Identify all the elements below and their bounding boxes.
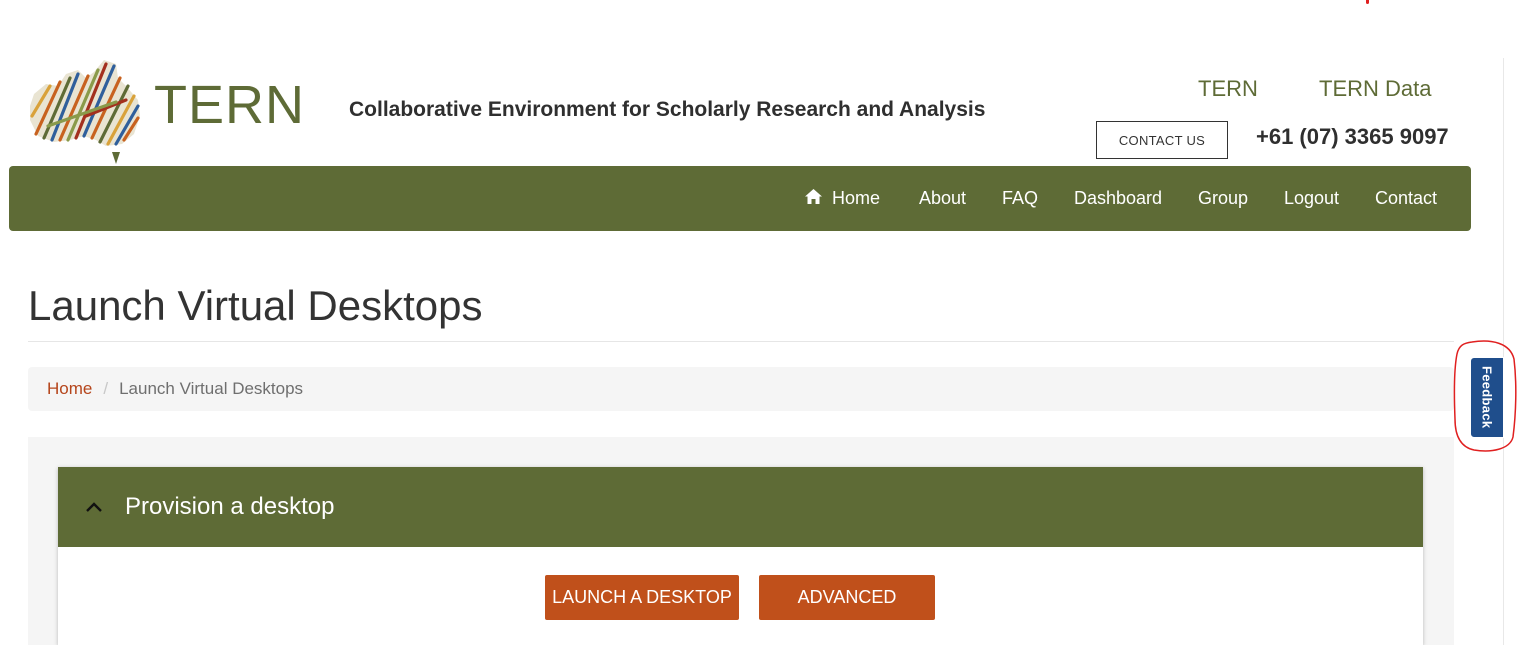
- title-divider: [28, 341, 1454, 342]
- nav-item-home[interactable]: Home: [805, 166, 880, 231]
- main-navbar: Home About FAQ Dashboard Group Logout Co…: [9, 166, 1471, 231]
- top-link-tern[interactable]: TERN: [1198, 76, 1258, 102]
- breadcrumb-separator: /: [103, 379, 109, 398]
- nav-item-group[interactable]: Group: [1198, 166, 1248, 231]
- nav-item-logout[interactable]: Logout: [1284, 166, 1339, 231]
- nav-item-contact[interactable]: Contact: [1375, 166, 1437, 231]
- provision-panel: Provision a desktop LAUNCH A DESKTOP ADV…: [58, 467, 1423, 645]
- tern-logo[interactable]: TERN: [26, 56, 304, 166]
- advanced-button[interactable]: ADVANCED: [759, 575, 935, 620]
- feedback-tab[interactable]: Feedback: [1470, 357, 1504, 438]
- nav-item-dashboard[interactable]: Dashboard: [1074, 166, 1162, 231]
- annotation-mark: [1366, 0, 1369, 4]
- breadcrumb-home-link[interactable]: Home: [47, 379, 92, 399]
- phone-number: +61 (07) 3365 9097: [1256, 124, 1449, 149]
- site-tagline: Collaborative Environment for Scholarly …: [349, 98, 986, 121]
- australia-map-icon: [30, 60, 140, 164]
- top-link-tern-data[interactable]: TERN Data: [1319, 76, 1431, 102]
- page-title: Launch Virtual Desktops: [28, 282, 483, 329]
- home-icon: [805, 188, 822, 209]
- feedback-label: Feedback: [1479, 366, 1495, 429]
- logo-wordmark: TERN: [154, 75, 305, 135]
- breadcrumb-current: Launch Virtual Desktops: [119, 379, 304, 398]
- nav-label: Home: [832, 188, 881, 208]
- launch-desktop-button[interactable]: LAUNCH A DESKTOP: [545, 575, 739, 620]
- nav-item-about[interactable]: About: [919, 166, 966, 231]
- breadcrumb: Home / Launch Virtual Desktops: [28, 367, 1454, 411]
- nav-item-faq[interactable]: FAQ: [1002, 166, 1038, 231]
- contact-us-button[interactable]: CONTACT US: [1096, 121, 1228, 159]
- panel-title: Provision a desktop: [125, 493, 335, 520]
- chevron-up-icon[interactable]: [84, 497, 104, 517]
- panel-header[interactable]: Provision a desktop: [58, 467, 1423, 547]
